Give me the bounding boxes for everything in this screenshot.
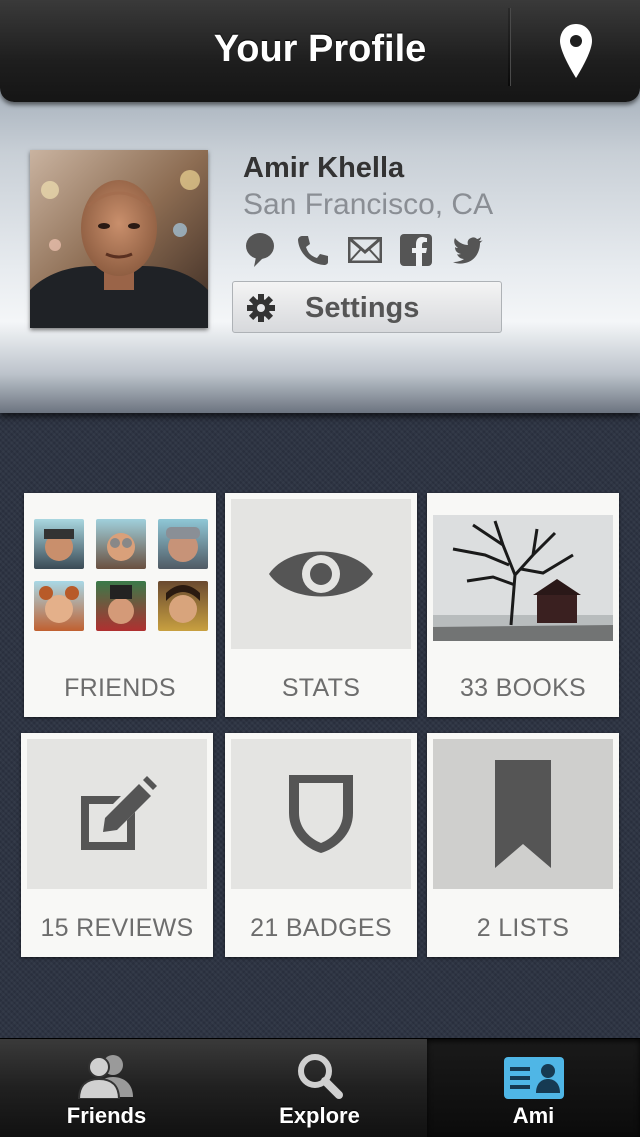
tile-stats[interactable]: STATS <box>225 493 417 717</box>
tile-reviews[interactable]: 15 REVIEWS <box>21 733 213 957</box>
tab-label: Ami <box>512 1103 555 1128</box>
profile-tiles-grid: FRIENDS STATS 33 BOOKS 15 REVIEWS 21 BAD… <box>0 413 640 1038</box>
tab-explore[interactable]: Explore <box>213 1039 426 1137</box>
gear-icon <box>247 294 275 322</box>
tab-ami[interactable]: Ami <box>427 1039 640 1137</box>
tab-friends[interactable]: Friends <box>0 1039 213 1137</box>
friends-icon <box>77 1055 133 1099</box>
nav-bar: Your Profile <box>0 0 640 102</box>
map-pin-icon <box>560 24 592 78</box>
shield-icon <box>289 775 353 853</box>
badges-image <box>231 739 411 889</box>
mail-icon[interactable] <box>348 232 400 268</box>
tile-label: 21 BADGES <box>250 914 392 942</box>
profile-location: San Francisco, CA <box>243 188 494 221</box>
friend-avatar <box>34 519 84 569</box>
page-title: Your Profile <box>213 28 427 70</box>
tile-lists[interactable]: 2 LISTS <box>427 733 619 957</box>
tile-label: 15 REVIEWS <box>40 914 194 942</box>
reviews-image <box>27 739 207 889</box>
friend-avatar <box>158 581 208 631</box>
tab-bar: Friends Explore Ami <box>0 1038 640 1137</box>
location-button[interactable] <box>512 0 640 102</box>
tile-badges[interactable]: 21 BADGES <box>225 733 417 957</box>
chat-bubble-icon[interactable] <box>244 232 296 268</box>
search-icon <box>297 1054 343 1099</box>
tile-label: 33 BOOKS <box>459 674 587 702</box>
settings-button[interactable]: Settings <box>232 281 502 333</box>
contact-icons <box>244 232 504 268</box>
friend-avatar <box>158 519 208 569</box>
eye-icon <box>269 551 373 597</box>
twitter-icon[interactable] <box>452 232 504 268</box>
profile-name: Amir Khella <box>243 152 405 184</box>
nav-divider <box>508 8 511 86</box>
friends-thumbnails <box>34 519 210 633</box>
tab-label: Explore <box>279 1103 360 1128</box>
tab-label: Friends <box>66 1103 147 1128</box>
friend-avatar <box>96 581 146 631</box>
bookmark-icon <box>495 760 551 868</box>
edit-icon <box>81 776 157 850</box>
phone-icon[interactable] <box>296 232 348 268</box>
stats-image <box>231 499 411 649</box>
lists-image <box>433 739 613 889</box>
book-cover-image <box>433 515 613 641</box>
facebook-icon[interactable] <box>400 232 452 268</box>
tile-label: 2 LISTS <box>476 914 570 942</box>
friend-avatar <box>34 581 84 631</box>
profile-panel: Amir Khella San Francisco, CA Settings <box>0 88 640 413</box>
tile-label: FRIENDS <box>64 674 176 702</box>
tile-books[interactable]: 33 BOOKS <box>427 493 619 717</box>
tile-friends[interactable]: FRIENDS <box>24 493 216 717</box>
tile-label: STATS <box>281 674 361 702</box>
avatar[interactable] <box>30 150 208 328</box>
settings-label: Settings <box>305 292 420 324</box>
friend-avatar <box>96 519 146 569</box>
profile-card-icon <box>503 1057 564 1099</box>
